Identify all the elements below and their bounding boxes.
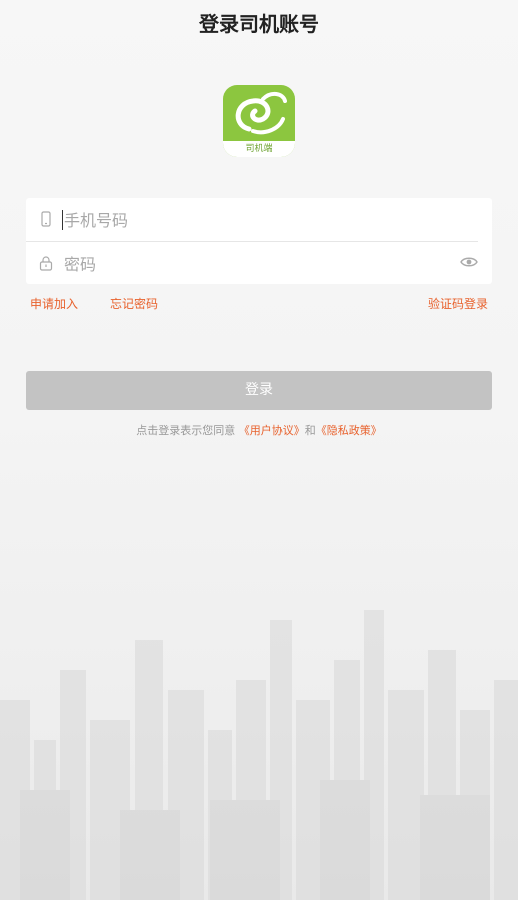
- phone-row: [26, 198, 478, 242]
- login-form: [26, 198, 492, 284]
- logo-caption: 司机端: [223, 141, 295, 157]
- phone-icon: [41, 211, 51, 227]
- user-agreement-link[interactable]: 《用户协议》: [239, 424, 305, 437]
- password-row: [26, 242, 492, 285]
- privacy-policy-link[interactable]: 《隐私政策》: [316, 424, 382, 437]
- city-skyline-background: [0, 610, 518, 900]
- forgot-password-link[interactable]: 忘记密码: [110, 295, 158, 312]
- agreement-conjunction: 和: [304, 424, 316, 437]
- eye-icon[interactable]: [460, 255, 478, 269]
- lock-icon: [39, 256, 53, 271]
- logo-swirl-icon: [235, 92, 287, 135]
- app-logo: 司机端: [223, 85, 295, 157]
- sms-login-link[interactable]: 验证码登录: [428, 295, 488, 312]
- apply-join-link[interactable]: 申请加入: [30, 295, 78, 312]
- agreement-text: 点击登录表示您同意 《用户协议》和《隐私政策》: [0, 422, 518, 438]
- password-input[interactable]: [64, 252, 444, 276]
- text-caret: [62, 210, 63, 230]
- agreement-prefix: 点击登录表示您同意: [136, 424, 236, 437]
- login-button[interactable]: 登录: [26, 371, 492, 410]
- phone-input[interactable]: [64, 208, 444, 232]
- page-title: 登录司机账号: [199, 12, 319, 36]
